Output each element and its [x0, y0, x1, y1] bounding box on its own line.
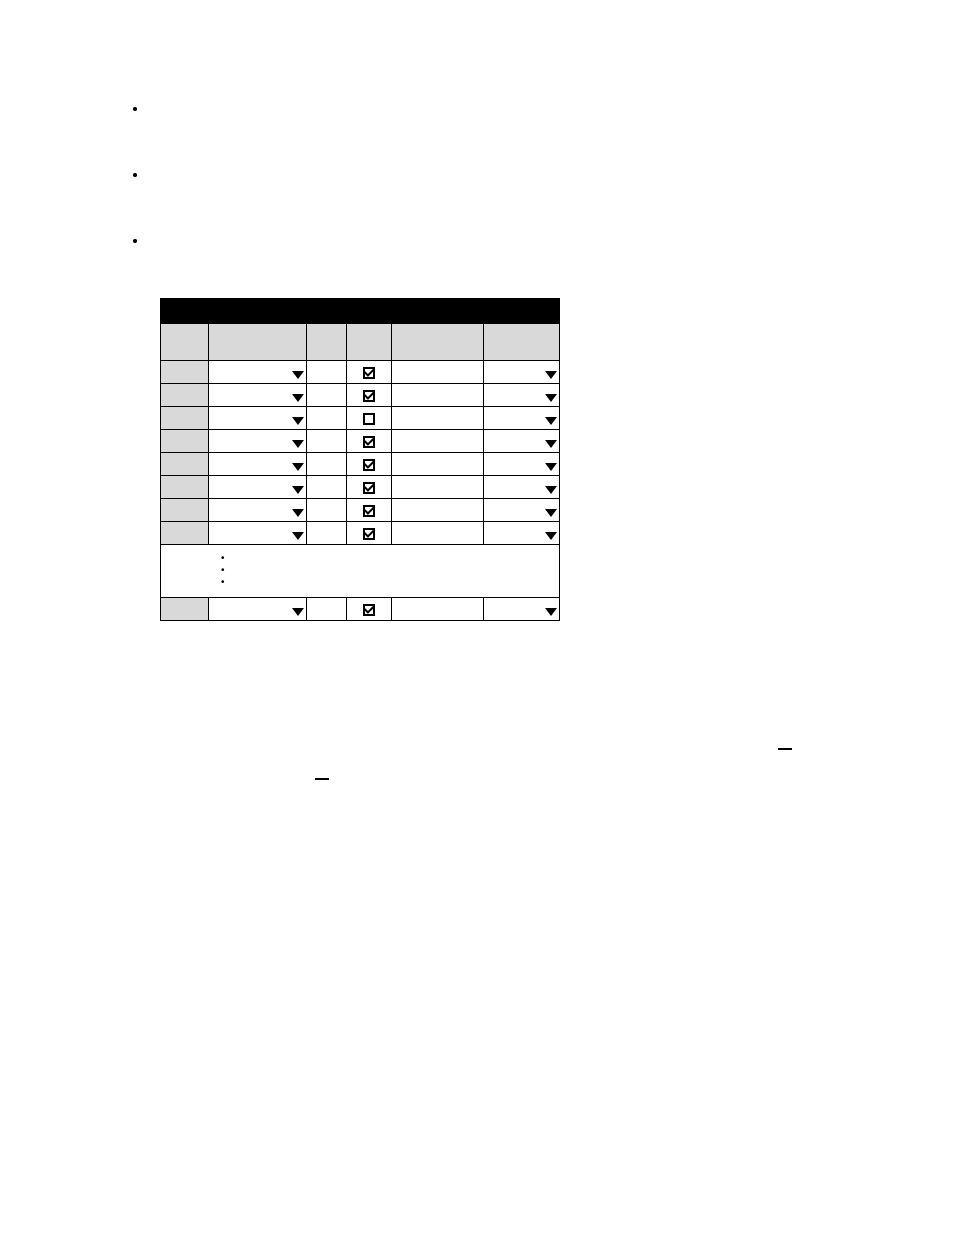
- data-table: •••: [160, 298, 560, 621]
- dropdown-icon[interactable]: [292, 417, 304, 425]
- dropdown-icon[interactable]: [545, 394, 557, 402]
- table-row: [161, 430, 560, 453]
- dropdown-icon[interactable]: [292, 608, 304, 616]
- dropdown-icon[interactable]: [292, 394, 304, 402]
- table-row: [161, 361, 560, 384]
- bullet-list: [120, 100, 840, 248]
- dropdown-icon[interactable]: [545, 608, 557, 616]
- dropdown-icon[interactable]: [545, 463, 557, 471]
- checkbox[interactable]: [363, 604, 375, 616]
- table-row: [161, 407, 560, 430]
- checkbox[interactable]: [363, 528, 375, 540]
- checkbox[interactable]: [363, 413, 375, 425]
- checkbox[interactable]: [363, 367, 375, 379]
- table-row: [161, 598, 560, 621]
- checkbox[interactable]: [363, 482, 375, 494]
- table-row: [161, 522, 560, 545]
- table-header-row: [161, 324, 560, 361]
- checkbox[interactable]: [363, 459, 375, 471]
- bullet-item: [148, 166, 840, 182]
- bullet-item: [148, 100, 840, 116]
- dash-mark: [315, 778, 329, 780]
- table-row: [161, 476, 560, 499]
- table-row: [161, 384, 560, 407]
- dropdown-icon[interactable]: [545, 509, 557, 517]
- dropdown-icon[interactable]: [292, 509, 304, 517]
- table-row: [161, 453, 560, 476]
- table-ellipsis-row: •••: [161, 545, 560, 598]
- dropdown-icon[interactable]: [292, 486, 304, 494]
- dropdown-icon[interactable]: [545, 532, 557, 540]
- dropdown-icon[interactable]: [545, 371, 557, 379]
- checkbox[interactable]: [363, 390, 375, 402]
- dropdown-icon[interactable]: [545, 440, 557, 448]
- dropdown-icon[interactable]: [292, 463, 304, 471]
- dropdown-icon[interactable]: [292, 532, 304, 540]
- dropdown-icon[interactable]: [292, 371, 304, 379]
- checkbox[interactable]: [363, 505, 375, 517]
- table-title-row: [161, 299, 560, 324]
- table-row: [161, 499, 560, 522]
- bullet-item: [148, 232, 840, 248]
- dropdown-icon[interactable]: [545, 417, 557, 425]
- checkbox[interactable]: [363, 436, 375, 448]
- dropdown-icon[interactable]: [292, 440, 304, 448]
- dash-mark: [778, 748, 792, 750]
- dropdown-icon[interactable]: [545, 486, 557, 494]
